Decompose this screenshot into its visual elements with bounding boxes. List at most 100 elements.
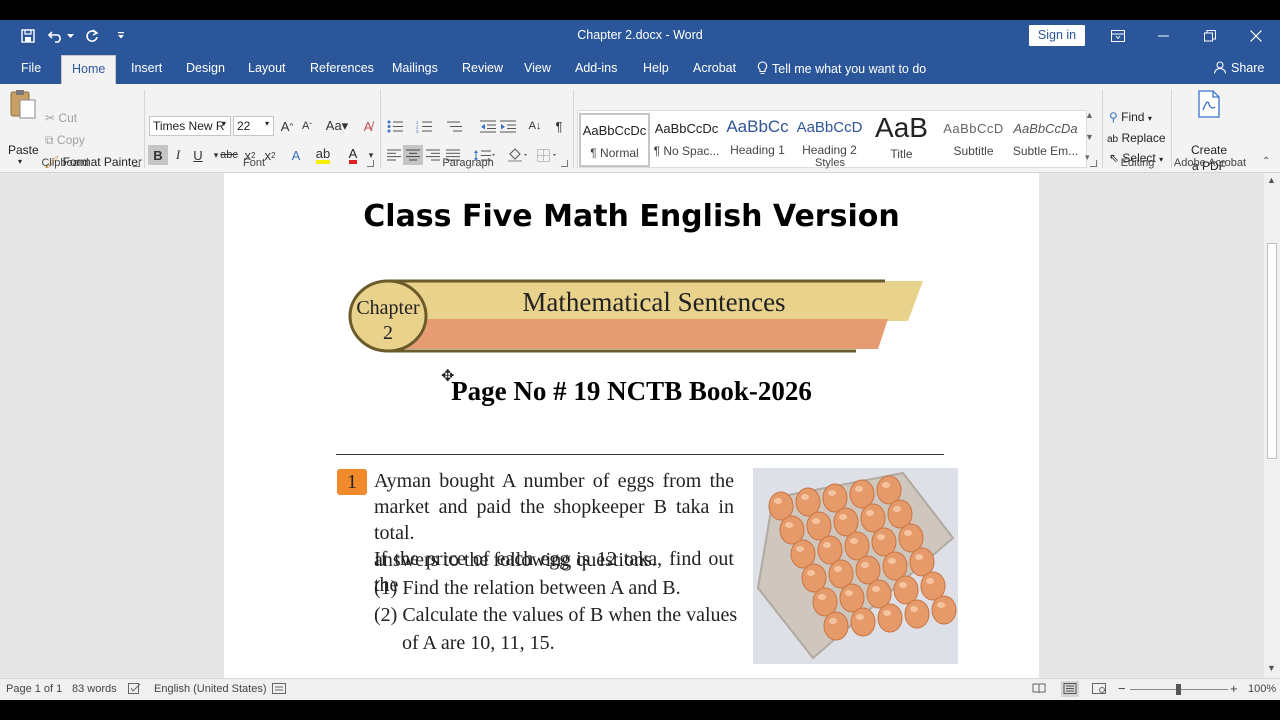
zoom-out-icon[interactable]: − bbox=[1118, 681, 1126, 696]
font-color-icon[interactable]: A bbox=[343, 145, 363, 165]
clipboard-launcher-icon[interactable] bbox=[133, 160, 140, 167]
cut-button[interactable]: ✂ Cut bbox=[45, 111, 77, 125]
tell-me-box[interactable]: Tell me what you want to do bbox=[757, 61, 926, 76]
zoom-in-icon[interactable]: + bbox=[1230, 681, 1238, 696]
style-subtle-emphasis[interactable]: AaBbCcDa Subtle Em... bbox=[1010, 113, 1081, 167]
style-normal[interactable]: AaBbCcDc ¶ Normal bbox=[579, 113, 650, 167]
find-button[interactable]: ⚲ Find ▾ bbox=[1109, 110, 1152, 124]
zoom-level[interactable]: 100% bbox=[1248, 683, 1276, 695]
read-mode-icon[interactable] bbox=[1032, 683, 1046, 697]
web-layout-icon[interactable] bbox=[1092, 683, 1106, 697]
ribbon-display-options-icon[interactable] bbox=[1107, 26, 1129, 46]
proofing-icon[interactable] bbox=[128, 683, 141, 697]
paragraph-launcher-icon[interactable] bbox=[561, 160, 568, 167]
share-button[interactable]: Share bbox=[1214, 61, 1264, 75]
numbering-icon[interactable]: 123 bbox=[414, 116, 434, 136]
page-count[interactable]: Page 1 of 1 bbox=[6, 683, 62, 695]
egg-highlight bbox=[882, 482, 890, 488]
increase-indent-icon[interactable] bbox=[498, 116, 518, 136]
bullets-icon[interactable] bbox=[385, 116, 405, 136]
borders-icon[interactable] bbox=[535, 145, 561, 165]
tab-insert[interactable]: Insert bbox=[131, 61, 162, 75]
sign-in-button[interactable]: Sign in bbox=[1029, 25, 1085, 46]
tab-home[interactable]: Home bbox=[61, 55, 117, 84]
underline-button[interactable]: U bbox=[188, 145, 208, 165]
find-icon: ⚲ bbox=[1109, 110, 1118, 124]
clear-formatting-icon[interactable]: A̸ bbox=[358, 116, 378, 136]
align-center-icon[interactable] bbox=[403, 145, 423, 165]
scissors-icon: ✂ bbox=[45, 111, 56, 125]
scroll-up-icon[interactable]: ▲ bbox=[1267, 175, 1276, 185]
tab-design[interactable]: Design bbox=[186, 61, 225, 75]
tab-review[interactable]: Review bbox=[462, 61, 503, 75]
style-preview: AaBbCcD bbox=[796, 119, 863, 136]
bold-button[interactable]: B bbox=[148, 145, 168, 165]
tab-view[interactable]: View bbox=[524, 61, 551, 75]
align-left-icon[interactable] bbox=[384, 145, 404, 165]
font-name-box[interactable]: Times New R bbox=[149, 116, 231, 136]
print-layout-icon[interactable] bbox=[1061, 681, 1079, 697]
egg-highlight bbox=[796, 546, 804, 552]
egg-highlight bbox=[872, 586, 880, 592]
scrollbar-thumb[interactable] bbox=[1267, 243, 1277, 459]
grow-font-icon[interactable]: A ^ bbox=[277, 116, 297, 136]
styles-scroll-down-icon[interactable]: ▼ bbox=[1085, 132, 1094, 142]
italic-button[interactable]: I bbox=[168, 145, 188, 165]
tab-layout[interactable]: Layout bbox=[248, 61, 286, 75]
font-name-dropdown-icon[interactable]: ▾ bbox=[222, 119, 226, 128]
multilevel-list-icon[interactable] bbox=[444, 116, 464, 136]
tab-help[interactable]: Help bbox=[643, 61, 669, 75]
egg-highlight bbox=[877, 534, 885, 540]
status-bar: Page 1 of 1 83 words English (United Sta… bbox=[0, 678, 1280, 700]
decrease-indent-icon[interactable] bbox=[478, 116, 498, 136]
styles-more-icon[interactable]: ▾ bbox=[1085, 152, 1090, 163]
close-icon[interactable] bbox=[1245, 26, 1267, 46]
replace-icon: ab bbox=[1107, 134, 1119, 145]
font-size-dropdown-icon[interactable]: ▾ bbox=[265, 119, 269, 128]
word-count[interactable]: 83 words bbox=[72, 683, 117, 695]
egg-highlight bbox=[812, 518, 820, 524]
share-label: Share bbox=[1231, 61, 1265, 75]
minimize-icon[interactable] bbox=[1153, 26, 1175, 46]
restore-icon[interactable] bbox=[1199, 26, 1221, 46]
style-no-spacing[interactable]: AaBbCcDc ¶ No Spac... bbox=[651, 113, 722, 167]
styles-scroll-up-icon[interactable]: ▲ bbox=[1085, 110, 1094, 120]
tab-acrobat[interactable]: Acrobat bbox=[693, 61, 736, 75]
paste-button[interactable]: Paste bbox=[8, 143, 39, 157]
egg-highlight bbox=[829, 618, 837, 624]
style-subtitle[interactable]: AaBbCcD Subtitle bbox=[938, 113, 1009, 167]
sort-icon[interactable]: A↓ bbox=[525, 116, 545, 136]
create-pdf-label-1[interactable]: Create bbox=[1175, 143, 1243, 157]
change-case-icon[interactable]: Aa▾ bbox=[323, 116, 351, 136]
font-launcher-icon[interactable] bbox=[367, 160, 374, 167]
replace-button[interactable]: ab Replace bbox=[1107, 131, 1166, 145]
egg-highlight bbox=[937, 602, 945, 608]
paste-icon[interactable] bbox=[8, 88, 38, 119]
shading-icon[interactable] bbox=[505, 145, 531, 165]
style-preview: AaBbCcDc bbox=[582, 123, 647, 138]
document-page[interactable]: Class Five Math English Version Chapter … bbox=[224, 173, 1039, 678]
copy-button[interactable]: ⧉ Copy bbox=[45, 133, 85, 148]
egg-tray-image[interactable] bbox=[753, 468, 958, 664]
highlight-color-icon[interactable]: ab bbox=[313, 145, 333, 165]
language-indicator[interactable]: English (United States) bbox=[154, 683, 267, 695]
show-formatting-marks-icon[interactable]: ¶ bbox=[549, 116, 569, 136]
macro-icon[interactable] bbox=[272, 683, 286, 697]
egg-highlight bbox=[845, 590, 853, 596]
collapse-ribbon-icon[interactable]: ⌃ bbox=[1262, 156, 1270, 167]
scroll-down-icon[interactable]: ▼ bbox=[1267, 663, 1276, 673]
tab-file[interactable]: File bbox=[21, 61, 41, 75]
egg-highlight bbox=[839, 514, 847, 520]
create-pdf-icon[interactable] bbox=[1197, 90, 1221, 121]
tab-mailings[interactable]: Mailings bbox=[392, 61, 438, 75]
style-title[interactable]: AaB Title bbox=[866, 112, 937, 167]
tab-references[interactable]: References bbox=[310, 61, 374, 75]
zoom-slider-thumb[interactable] bbox=[1176, 684, 1181, 695]
style-heading-1[interactable]: AaBbCc Heading 1 bbox=[722, 113, 793, 167]
vertical-scrollbar[interactable]: ▲ ▼ bbox=[1264, 173, 1280, 678]
styles-launcher-icon[interactable] bbox=[1090, 160, 1097, 167]
horizontal-rule bbox=[336, 454, 944, 455]
tab-add-ins[interactable]: Add-ins bbox=[575, 61, 617, 75]
shrink-font-icon[interactable]: Aˇ bbox=[297, 116, 317, 136]
banner-title: Mathematical Sentences bbox=[522, 287, 785, 317]
